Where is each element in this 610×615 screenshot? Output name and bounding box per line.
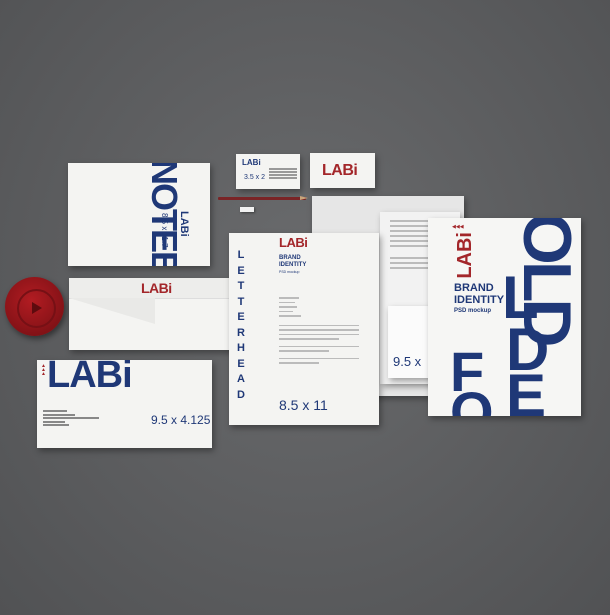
folder-heading-1: BRAND xyxy=(454,282,494,294)
letterhead-logo: LABi xyxy=(279,235,308,250)
letterhead-vertical-text: LETTERHEAD xyxy=(237,249,245,401)
envelope-large-logo: LABi xyxy=(47,360,133,396)
folder-big-letter-o: O xyxy=(450,380,494,417)
envelope-large: ▲ ▲ ▲ LABi 9.5 x 4.125 xyxy=(37,360,212,448)
small-sheet: 9.5 x xyxy=(388,306,432,378)
pencil-tip xyxy=(300,196,308,200)
notebook: NOTEBOOK LABi 8.5 x 11.7 xyxy=(68,163,210,266)
folder-heading-2: IDENTITY xyxy=(454,294,505,306)
envelope-small: LABi xyxy=(69,278,242,350)
letterhead-heading-1: BRAND xyxy=(279,255,301,261)
letterhead: LABi BRAND IDENTITY PSD mockup LETTERHEA… xyxy=(229,233,379,425)
letterhead-sub: PSD mockup xyxy=(279,270,300,274)
folder-logo: LABi xyxy=(454,232,476,279)
coffee-cup-lid-icon xyxy=(5,277,64,336)
notebook-logo: LABi xyxy=(178,211,190,237)
card-contact-lines xyxy=(269,168,297,179)
small-sheet-size: 9.5 x xyxy=(393,354,422,369)
business-card-front: LABi xyxy=(310,153,375,188)
notebook-size: 8.5 x 11.7 xyxy=(160,213,169,248)
business-card-back: LABi 3.5 x 2 xyxy=(236,154,300,189)
stationery-mockup-scene: NOTEBOOK LABi 8.5 x 11.7 LABi 3.5 x 2 LA… xyxy=(0,0,610,615)
envelope-small-fold-left xyxy=(69,298,155,324)
envelope-small-logo: LABi xyxy=(141,280,172,296)
pencil-icon xyxy=(218,197,306,200)
folder-big-letter-e: E xyxy=(506,362,547,417)
envelope-large-size: 9.5 x 4.125 xyxy=(151,413,211,427)
folder-sub: PSD mockup xyxy=(454,308,492,314)
folder: OLD ◀◀◀ LABi BRAND IDENTITY PSD mockup L… xyxy=(428,218,581,416)
folder-chevrons: ◀◀◀ xyxy=(452,224,464,230)
letterhead-size: 8.5 x 11 xyxy=(279,397,328,413)
envelope-address-lines xyxy=(43,410,99,426)
letterhead-heading-2: IDENTITY xyxy=(279,262,307,268)
letterhead-body-lines xyxy=(279,297,359,367)
eraser-icon xyxy=(240,207,254,212)
card-front-logo: LABi xyxy=(322,162,358,179)
card-size: 3.5 x 2 xyxy=(244,174,266,181)
card-logo: LABi xyxy=(242,158,261,167)
text-page-lines xyxy=(390,220,430,269)
